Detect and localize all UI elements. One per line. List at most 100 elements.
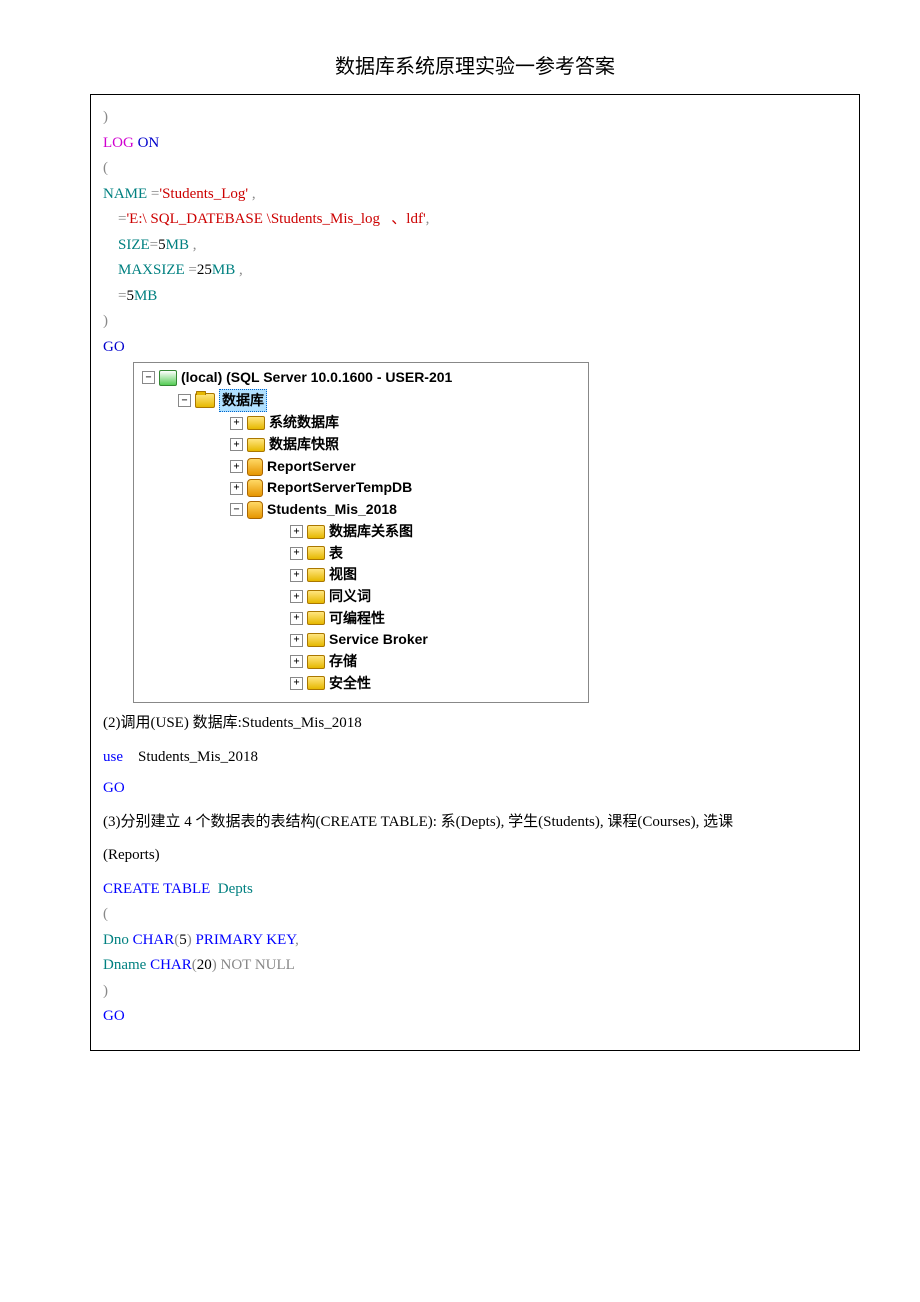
tree-item-label: 视图 (329, 564, 357, 586)
sql-keyword-create: CREATE (103, 881, 160, 897)
sql-line: ) (103, 313, 108, 329)
sql-number: 5 (179, 932, 187, 948)
tree-item[interactable]: + ReportServerTempDB (138, 477, 588, 499)
database-icon (247, 479, 263, 497)
tree-item[interactable]: + 存储 (138, 651, 588, 673)
tree-item[interactable]: + Service Broker (138, 629, 588, 651)
sql-keyword-not: NOT (217, 957, 251, 973)
folder-icon (247, 438, 265, 452)
plus-icon[interactable]: + (230, 460, 243, 473)
sql-comma: , (235, 262, 243, 278)
sql-number: 20 (197, 957, 212, 973)
tree-item-label: ReportServerTempDB (267, 477, 412, 499)
sql-eq: = (185, 262, 197, 278)
tree-databases-label: 数据库 (219, 389, 267, 413)
sql-col: Dno (103, 932, 133, 948)
server-icon (159, 370, 177, 386)
folder-icon (307, 676, 325, 690)
sql-keyword-go: GO (103, 780, 125, 796)
content-box: ) LOG ON ( NAME ='Students_Log' , ='E:\ … (90, 94, 860, 1051)
plus-icon[interactable]: + (290, 547, 303, 560)
sql-keyword-key: KEY (263, 932, 296, 948)
tree-item[interactable]: + 安全性 (138, 673, 588, 695)
sql-keyword-use: use (103, 749, 123, 765)
plus-icon[interactable]: + (230, 417, 243, 430)
tree-item[interactable]: + 视图 (138, 564, 588, 586)
tree-item[interactable]: + 数据库关系图 (138, 521, 588, 543)
tree-item-label: 可编程性 (329, 608, 385, 630)
folder-icon (307, 611, 325, 625)
tree-item-label: 存储 (329, 651, 357, 673)
tree-root-label: (local) (SQL Server 10.0.1600 - USER-201 (181, 367, 452, 389)
step-3-text2: (Reports) (103, 843, 847, 869)
tree-item[interactable]: + 数据库快照 (138, 434, 588, 456)
step-3-text: (3)分别建立 4 个数据表的表结构(CREATE TABLE): 系(Dept… (103, 810, 847, 836)
tree-item-label: 数据库关系图 (329, 521, 413, 543)
sql-unit: MB (134, 288, 157, 304)
sql-dbname: Students_Mis_2018 (123, 749, 258, 765)
sql-comma: , (426, 211, 430, 227)
page-title: 数据库系统原理实验一参考答案 (90, 50, 860, 79)
step-2-text: (2)调用(USE) 数据库:Students_Mis_2018 (103, 711, 847, 737)
sql-comma: , (189, 237, 197, 253)
folder-icon (307, 546, 325, 560)
sql-unit: MB (212, 262, 235, 278)
plus-icon[interactable]: + (290, 590, 303, 603)
tree-item[interactable]: + 系统数据库 (138, 412, 588, 434)
sql-eq: = (103, 288, 126, 304)
minus-icon[interactable]: − (142, 371, 155, 384)
sql-string: 'E:\ SQL_DATEBASE \Students_Mis_log 、ldf… (126, 211, 425, 227)
sql-type: CHAR (150, 957, 192, 973)
sql-number: 5 (126, 288, 134, 304)
plus-icon[interactable]: + (290, 677, 303, 690)
minus-icon[interactable]: − (178, 394, 191, 407)
sql-keyword-go: GO (103, 339, 125, 355)
minus-icon[interactable]: − (230, 503, 243, 516)
sql-keyword-table: TABLE (160, 881, 211, 897)
database-icon (247, 501, 263, 519)
sql-keyword-go: GO (103, 1008, 125, 1024)
tree-item-label: 数据库快照 (269, 434, 339, 456)
tree-databases[interactable]: − 数据库 (138, 389, 588, 413)
tree-item-label: 同义词 (329, 586, 371, 608)
tree-item[interactable]: + ReportServer (138, 456, 588, 478)
sql-comma: , (295, 932, 299, 948)
sql-keyword-on: ON (134, 135, 159, 151)
tree-item-label: ReportServer (267, 456, 356, 478)
plus-icon[interactable]: + (230, 438, 243, 451)
sql-keyword-log: LOG (103, 135, 134, 151)
sql-comma: , (248, 186, 256, 202)
plus-icon[interactable]: + (290, 569, 303, 582)
tree-item-students[interactable]: − Students_Mis_2018 (138, 499, 588, 521)
plus-icon[interactable]: + (230, 482, 243, 495)
folder-icon (307, 590, 325, 604)
plus-icon[interactable]: + (290, 525, 303, 538)
plus-icon[interactable]: + (290, 655, 303, 668)
tree-item[interactable]: + 可编程性 (138, 608, 588, 630)
sql-number: 25 (197, 262, 212, 278)
tree-item[interactable]: + 同义词 (138, 586, 588, 608)
sql-eq: = (103, 211, 126, 227)
sql-line: ( (103, 160, 108, 176)
sql-keyword-maxsize: MAXSIZE (103, 262, 185, 278)
tree-root[interactable]: − (local) (SQL Server 10.0.1600 - USER-2… (138, 367, 588, 389)
sql-line: ) (103, 109, 108, 125)
sql-col: Dname (103, 957, 150, 973)
plus-icon[interactable]: + (290, 634, 303, 647)
sql-unit: MB (166, 237, 189, 253)
folder-icon (307, 655, 325, 669)
sql-identifier: Depts (210, 881, 253, 897)
sql-eq: = (147, 186, 159, 202)
sql-string: 'Students_Log' (159, 186, 248, 202)
sql-keyword-name: NAME (103, 186, 147, 202)
tree-item[interactable]: + 表 (138, 543, 588, 565)
folder-icon (307, 633, 325, 647)
sql-type: CHAR (133, 932, 175, 948)
sql-keyword-size: SIZE (103, 237, 150, 253)
tree-item-label: 系统数据库 (269, 412, 339, 434)
database-icon (247, 458, 263, 476)
sql-keyword-primary: PRIMARY (192, 932, 263, 948)
sql-eq: = (150, 237, 158, 253)
plus-icon[interactable]: + (290, 612, 303, 625)
sql-line: ) (103, 983, 108, 999)
